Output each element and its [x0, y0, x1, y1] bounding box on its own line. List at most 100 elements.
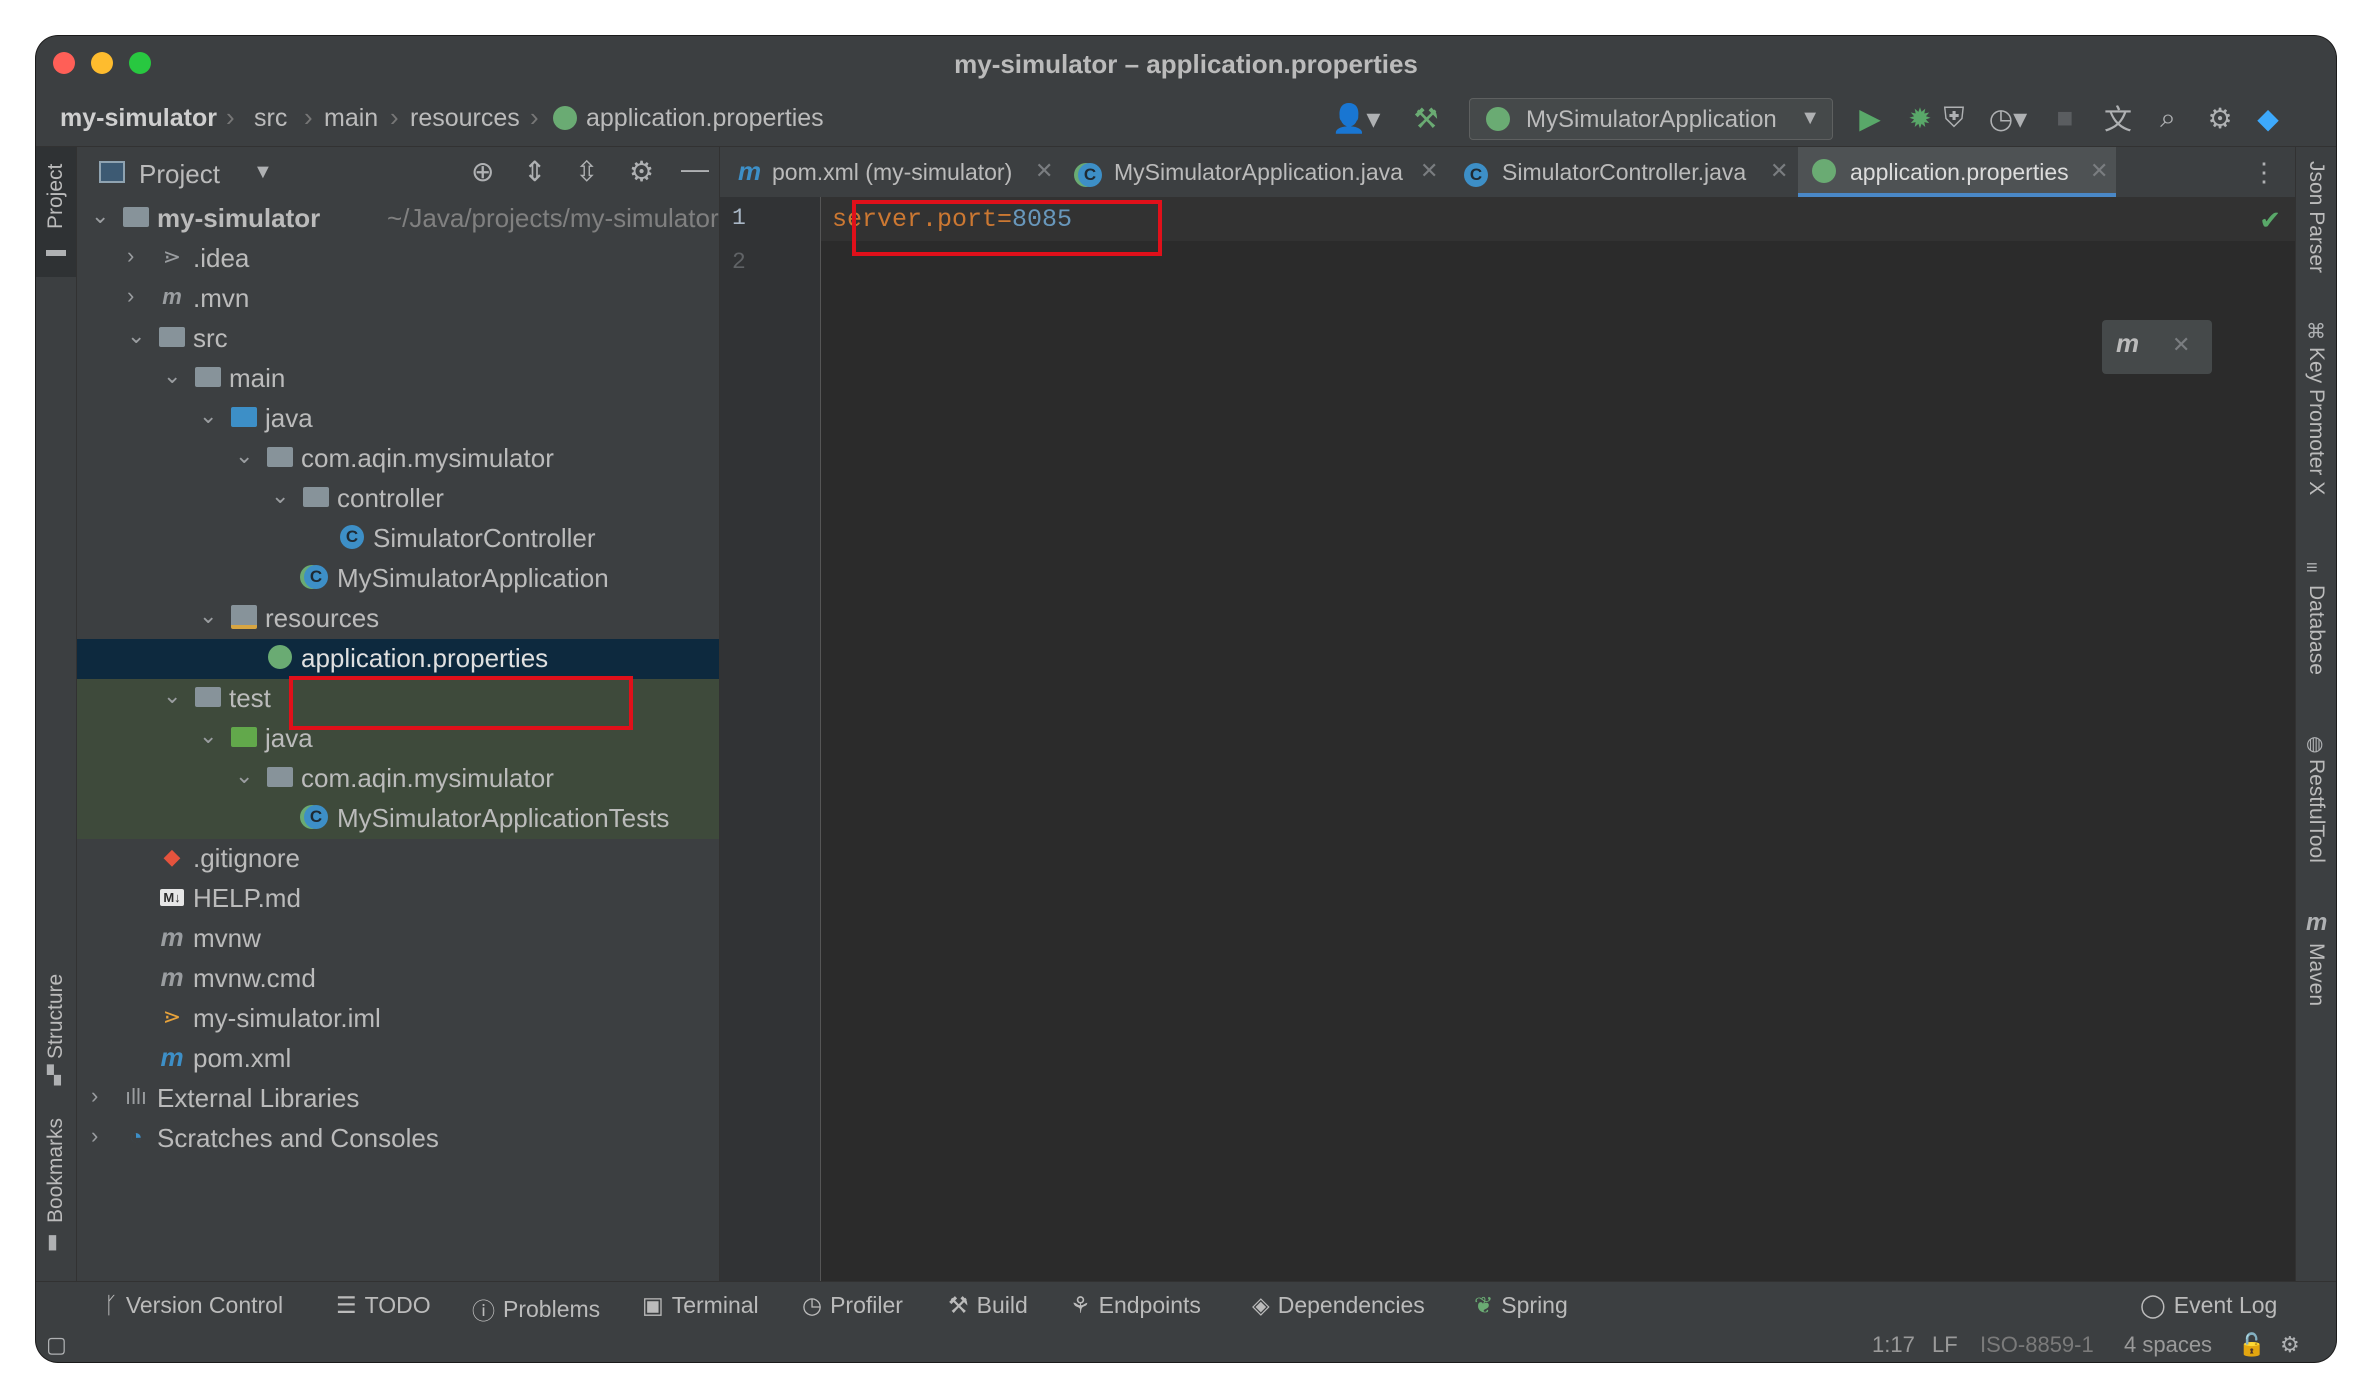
- tree-item-src[interactable]: ⌄ src: [77, 317, 719, 357]
- breadcrumb-main[interactable]: main: [324, 104, 378, 133]
- tool-build[interactable]: ⚒ Build: [948, 1292, 1028, 1319]
- settings-gear-icon[interactable]: ⚙: [2202, 100, 2238, 136]
- tree-item-mvn[interactable]: › m .mvn: [77, 277, 719, 317]
- tab-pom-xml[interactable]: m pom.xml (my-simulator) ✕: [720, 147, 1060, 197]
- tree-item-package[interactable]: ⌄ com.aqin.mysimulator: [77, 437, 719, 477]
- tool-dependencies[interactable]: ◈ Dependencies: [1252, 1292, 1425, 1319]
- tab-mysimulator-application[interactable]: C MySimulatorApplication.java ✕: [1060, 147, 1450, 197]
- tree-item-external-libraries[interactable]: › ıllı External Libraries: [77, 1077, 719, 1117]
- tab-simulator-controller[interactable]: C SimulatorController.java ✕: [1450, 147, 1798, 197]
- tree-item-my-simulator[interactable]: ⌄ my-simulator ~/Java/projects/my-simula…: [77, 197, 719, 237]
- collapse-all-icon[interactable]: ⇳: [575, 155, 598, 188]
- lock-icon[interactable]: 🔓: [2238, 1332, 2265, 1358]
- maven-tool-tab[interactable]: m Maven: [2296, 909, 2336, 1029]
- project-panel: Project ▼ ⊕ ⇕ ⇳ ⚙ — ⌄ my-simulator ~/Jav…: [77, 147, 720, 1282]
- breadcrumb-file[interactable]: application.properties: [586, 104, 824, 133]
- maven-reload-popup: m ✕: [2102, 320, 2212, 374]
- line-separator[interactable]: LF: [1932, 1332, 1958, 1358]
- event-log[interactable]: ◯ Event Log: [2140, 1292, 2277, 1319]
- tree-item-scratches[interactable]: › ◔ Scratches and Consoles: [77, 1117, 719, 1157]
- breadcrumb-separator: ›: [226, 102, 235, 132]
- project-view-icon: [99, 161, 125, 183]
- toggle-tool-windows-icon[interactable]: ▢: [46, 1332, 67, 1358]
- json-parser-tool-tab[interactable]: Json Parser: [2296, 147, 2336, 287]
- tree-highlight-box: [289, 676, 633, 730]
- run-configuration-label: MySimulatorApplication: [1526, 106, 1777, 133]
- breadcrumb-project[interactable]: my-simulator: [60, 104, 217, 133]
- breadcrumb-src[interactable]: src: [254, 104, 287, 133]
- breadcrumb-resources[interactable]: resources: [410, 104, 520, 133]
- tree-item-idea[interactable]: › ⋗ .idea: [77, 237, 719, 277]
- inspections-icon[interactable]: ⚙: [2280, 1332, 2300, 1358]
- project-view-title[interactable]: Project: [139, 159, 220, 190]
- select-opened-file-icon[interactable]: ⊕: [471, 155, 494, 188]
- tree-item-help-md[interactable]: M↓ HELP.md: [77, 877, 719, 917]
- tree-item-java[interactable]: ⌄ java: [77, 397, 719, 437]
- user-menu-icon[interactable]: 👤▾: [1326, 100, 1386, 136]
- hide-panel-icon[interactable]: —: [681, 153, 709, 185]
- tool-todo[interactable]: ☰ TODO: [336, 1292, 431, 1319]
- tool-terminal[interactable]: ▣ Terminal: [642, 1292, 759, 1319]
- no-problems-check-icon[interactable]: ✔: [2259, 205, 2281, 236]
- maven-reload-icon[interactable]: m: [2116, 328, 2139, 359]
- tree-item-application-tests[interactable]: C MySimulatorApplicationTests: [77, 797, 719, 837]
- restful-tool-label: RestfulTool: [2305, 759, 2328, 863]
- tree-item-gitignore[interactable]: ◆ .gitignore: [77, 837, 719, 877]
- close-tab-icon[interactable]: ✕: [1770, 158, 1788, 184]
- spring-config-icon: [550, 100, 580, 136]
- restful-tool-tab[interactable]: ◍ RestfulTool: [2296, 731, 2336, 891]
- navigation-bar: my-simulator › src › main › resources › …: [36, 90, 2336, 147]
- folder-icon: ▬: [46, 239, 66, 261]
- tree-item-resources[interactable]: ⌄ resources: [77, 597, 719, 637]
- tree-item-test-package[interactable]: ⌄ com.aqin.mysimulator: [77, 757, 719, 797]
- tab-application-properties[interactable]: application.properties ✕: [1798, 147, 2116, 197]
- bookmarks-tool-tab[interactable]: Bookmarks ▮: [36, 1107, 76, 1257]
- translate-icon[interactable]: 文: [2100, 100, 2136, 136]
- settings-gear-icon[interactable]: ⚙: [629, 155, 654, 188]
- tool-version-control[interactable]: ᚴ Version Control: [104, 1292, 283, 1319]
- tree-item-controller[interactable]: ⌄ controller: [77, 477, 719, 517]
- profiler-run-icon[interactable]: ◷▾: [1980, 100, 2036, 136]
- tree-item-application-properties[interactable]: application.properties: [77, 637, 719, 677]
- tree-item-mvnw[interactable]: m mvnw: [77, 917, 719, 957]
- tree-item-pom-xml[interactable]: m pom.xml: [77, 1037, 719, 1077]
- spring-leaf-icon: ❦: [1474, 1292, 1494, 1318]
- structure-tool-tab[interactable]: Structure ▚: [36, 947, 76, 1087]
- coverage-icon[interactable]: ⛨: [1936, 100, 1972, 136]
- structure-tool-label: Structure: [44, 973, 67, 1059]
- jetbrains-toolbox-icon[interactable]: ◆: [2250, 100, 2286, 136]
- tree-item-iml[interactable]: ⋗ my-simulator.iml: [77, 997, 719, 1037]
- tool-spring[interactable]: ❦ Spring: [1474, 1292, 1568, 1319]
- indent-setting[interactable]: 4 spaces: [2124, 1332, 2212, 1358]
- tool-endpoints[interactable]: ⚘ Endpoints: [1070, 1292, 1201, 1319]
- close-tab-icon[interactable]: ✕: [1420, 158, 1438, 184]
- chevron-down-icon[interactable]: ▼: [253, 161, 273, 184]
- editor-tabs: m pom.xml (my-simulator) ✕ C MySimulator…: [720, 147, 2295, 198]
- tool-problems[interactable]: ⓘ Problems: [472, 1292, 600, 1326]
- key-promoter-label: Key Promoter X: [2305, 347, 2328, 496]
- tree-item-mysimulator-application[interactable]: C MySimulatorApplication: [77, 557, 719, 597]
- close-popup-icon[interactable]: ✕: [2172, 332, 2190, 358]
- key-promoter-tool-tab[interactable]: ⌘ Key Promoter X: [2296, 319, 2336, 519]
- stop-icon[interactable]: ■: [2050, 100, 2080, 136]
- close-tab-icon[interactable]: ✕: [1035, 158, 1053, 184]
- tree-item-simulator-controller[interactable]: C SimulatorController: [77, 517, 719, 557]
- run-configuration-select[interactable]: MySimulatorApplication ▼: [1469, 98, 1833, 140]
- database-label: Database: [2305, 585, 2328, 675]
- close-tab-icon[interactable]: ✕: [2090, 158, 2108, 184]
- tool-profiler[interactable]: ◷ Profiler: [802, 1292, 903, 1319]
- build-hammer-icon[interactable]: ⚒: [1408, 100, 1444, 136]
- database-tool-tab[interactable]: ≡ Database: [2296, 557, 2336, 717]
- run-icon[interactable]: ▶: [1852, 100, 1888, 136]
- tree-item-mvnw-cmd[interactable]: m mvnw.cmd: [77, 957, 719, 997]
- tree-item-main[interactable]: ⌄ main: [77, 357, 719, 397]
- idea-folder-icon: ⋗: [162, 244, 182, 269]
- debug-icon[interactable]: ✹: [1902, 100, 1938, 136]
- endpoints-icon: ⚘: [1070, 1292, 1091, 1318]
- file-encoding[interactable]: ISO-8859-1: [1980, 1332, 2094, 1358]
- search-icon[interactable]: ⌕: [2150, 100, 2186, 136]
- expand-all-icon[interactable]: ⇕: [523, 155, 546, 188]
- project-tool-tab[interactable]: Project ▬: [36, 147, 76, 277]
- caret-position[interactable]: 1:17: [1872, 1332, 1915, 1358]
- more-tabs-icon[interactable]: ⋮: [2251, 157, 2277, 188]
